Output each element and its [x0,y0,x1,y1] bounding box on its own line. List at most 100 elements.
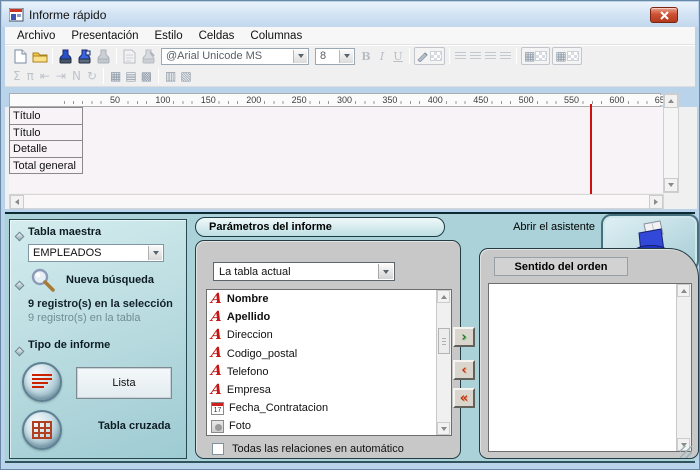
fields-scroll-up-icon[interactable] [437,290,450,303]
titlebar[interactable]: Informe rápido [2,2,698,27]
field-item-fecha_contratacion[interactable]: 17Fecha_Contratacion [207,399,436,417]
available-fields-list[interactable]: ANombreAApellidoADireccionACodigo_postal… [206,289,452,436]
field-label: Direccion [227,329,273,341]
field-item-telefono[interactable]: A Telefono [207,363,436,381]
operator-icon-4: N [72,69,81,83]
field-item-empresa[interactable]: AEmpresa [207,381,436,399]
save-report-icon[interactable] [56,48,75,65]
text-field-icon: A [210,365,222,378]
close-button[interactable] [650,7,678,23]
auto-relations-checkbox[interactable] [212,443,224,455]
grid-fill-icon: ▦ [555,49,566,63]
new-search-bullet-icon [16,276,23,294]
text-field-icon: A [210,384,222,397]
report-design-area: TítuloTítuloDetalleTotal general [5,107,697,209]
fields-list-scrollbar[interactable] [436,290,451,435]
align-left-icon[interactable] [455,52,466,61]
field-item-foto[interactable]: Foto [207,417,436,435]
field-label: Foto [229,420,251,432]
magnifier-icon[interactable] [30,267,56,298]
ruler-label-100: 100 [153,95,172,105]
menu-estilo[interactable]: Estilo [146,28,190,44]
move-right-button[interactable]: › [453,327,475,347]
auto-relations-row: Todas las relaciones en automático [212,443,404,455]
horizontal-scrollbar[interactable] [9,194,664,209]
table-source-dropdown-icon[interactable] [378,264,393,279]
fill-pattern-icon [567,51,579,61]
italic-button[interactable]: I [374,50,390,63]
text-field-icon: A [210,347,222,360]
underline-button[interactable]: U [390,50,406,63]
sort-list-scrollbar[interactable] [676,284,691,451]
fields-scroll-thumb[interactable] [438,328,450,354]
ruler-label-200: 200 [244,95,263,105]
ruler-label-400: 400 [426,95,445,105]
list-report-button[interactable] [22,362,62,402]
resize-grip[interactable] [680,446,692,458]
align-justify-icon[interactable] [500,52,511,61]
vertical-scrollbar[interactable] [663,93,679,193]
insert-column-icon-0: ▥ [165,69,176,83]
field-item-direccion[interactable]: ADireccion [207,326,436,344]
page-setup-icon-disabled [120,48,139,65]
cross-table-report-button[interactable] [22,410,62,450]
cross-table-label[interactable]: Tabla cruzada [98,420,171,432]
report-row-1[interactable]: Título [9,124,83,142]
open-folder-icon[interactable] [30,48,49,65]
sort-order-list[interactable] [488,283,692,452]
font-size-combo[interactable]: 8 [315,48,355,65]
menu-celdas[interactable]: Celdas [191,28,243,44]
window-title: Informe rápido [29,8,106,22]
new-search-label[interactable]: Nueva búsqueda [66,274,154,286]
move-all-left-button[interactable]: « [453,388,475,408]
master-table-value: EMPLEADOS [33,247,101,259]
revert-report-icon-disabled [94,48,113,65]
field-item-apellido[interactable]: AApellido [207,308,436,326]
scroll-left-icon[interactable] [10,195,24,209]
new-document-icon[interactable] [11,48,30,65]
list-report-label-button[interactable]: Lista [76,367,172,399]
table-source-combo[interactable]: La tabla actual [213,262,395,281]
menu-presentación[interactable]: Presentación [63,28,146,44]
cross-table-grid-icon [31,420,53,440]
field-item-nombre[interactable]: ANombre [207,290,436,308]
ruler-label-150: 150 [199,95,218,105]
report-canvas[interactable]: TítuloTítuloDetalleTotal general [9,107,664,193]
align-right-icon[interactable] [485,52,496,61]
bold-button[interactable]: B [358,50,374,63]
save-as-report-icon[interactable] [75,48,94,65]
report-row-2[interactable]: Detalle [9,140,83,158]
menubar: ArchivoPresentaciónEstiloCeldasColumnas [5,27,695,45]
field-item-codigo_postal[interactable]: ACodigo_postal [207,345,436,363]
align-center-icon[interactable] [470,52,481,61]
scroll-up-icon[interactable] [664,94,678,108]
scroll-right-icon[interactable] [649,195,663,209]
report-row-0[interactable]: Título [9,107,83,125]
field-label: Apellido [227,311,270,323]
page-margin-line[interactable] [590,104,592,196]
app-icon [9,8,24,22]
report-row-3[interactable]: Total general [9,157,83,175]
fields-scroll-down-icon[interactable] [437,422,450,435]
master-table-combo[interactable]: EMPLEADOS [28,244,164,262]
open-wizard-label[interactable]: Abrir el asistente [475,221,595,233]
master-table-dropdown-icon[interactable] [148,246,162,260]
cell-color-button[interactable] [414,47,445,65]
list-label: Lista [112,377,135,389]
cell-border-button[interactable]: ▦ [521,47,550,65]
font-family-dropdown-icon[interactable] [293,50,307,63]
sort-scroll-up-icon[interactable] [677,284,690,297]
cell-fill-button[interactable]: ▦ [552,47,581,65]
font-family-combo[interactable]: @Arial Unicode MS [161,48,309,65]
field-label: Telefono [227,366,269,378]
close-icon [660,11,669,20]
operator-icon-1: π [27,69,34,83]
menu-columnas[interactable]: Columnas [242,28,310,44]
table-count: 9 registro(s) en la tabla [28,312,141,324]
quick-report-window: Informe rápido ArchivoPresentaciónEstilo… [0,0,700,470]
move-left-button[interactable]: ‹ [453,360,475,380]
master-table-label: Tabla maestra [28,226,101,238]
menu-archivo[interactable]: Archivo [9,28,63,44]
scroll-down-icon[interactable] [664,178,678,192]
font-size-dropdown-icon[interactable] [339,50,353,63]
